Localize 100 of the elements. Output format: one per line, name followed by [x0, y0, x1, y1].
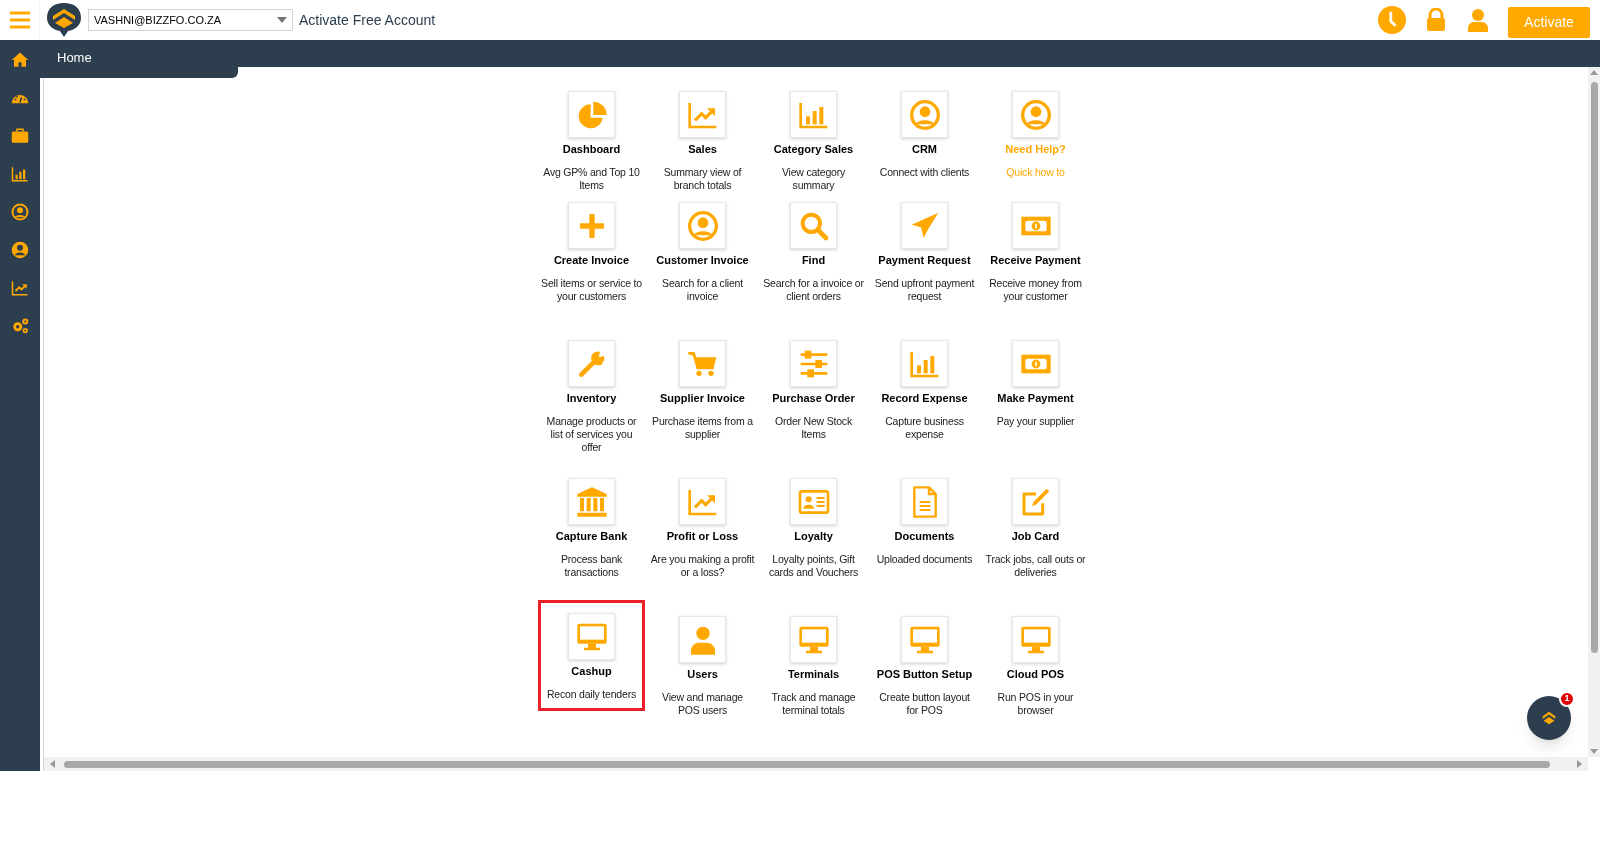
tile-icon-button[interactable] — [901, 616, 948, 663]
tile-description: View and manage POS users — [661, 690, 744, 717]
tile-description: Sell items or service to your customers — [540, 276, 643, 303]
horizontal-scrollbar[interactable] — [44, 757, 1588, 771]
tile-icon-button[interactable] — [679, 616, 726, 663]
scrollbar-thumb[interactable] — [1590, 82, 1598, 653]
tile-title: Capture Bank — [555, 529, 628, 544]
bar-chart-icon[interactable] — [11, 165, 29, 183]
tile-title: Sales — [688, 142, 717, 157]
tile-title: Find — [801, 253, 826, 268]
logo-icon[interactable] — [46, 2, 82, 38]
tile-title: Loyalty — [794, 529, 833, 544]
tile-description: Search for a client invoice — [661, 276, 744, 303]
tile-title: Purchase Order — [772, 391, 855, 406]
tile-description: View category summary — [780, 165, 847, 192]
tile-description: Quick how to — [1005, 165, 1066, 179]
account-select[interactable]: VASHNI@BIZZFO.CO.ZA — [88, 9, 293, 31]
tile-description: Are you making a profit or a loss? — [650, 552, 755, 579]
tile-title: POS Button Setup — [876, 667, 973, 682]
user-circle-icon — [686, 209, 719, 242]
tile-icon-button[interactable] — [679, 340, 726, 387]
tile-description: Uploaded documents — [875, 552, 974, 566]
clock-icon[interactable] — [1378, 6, 1406, 34]
scroll-right-icon[interactable] — [1577, 760, 1582, 768]
vertical-scrollbar[interactable] — [1588, 67, 1600, 757]
tile-title: Need Help? — [1005, 142, 1066, 157]
tile-title: Customer Invoice — [656, 253, 749, 268]
tile-icon-button[interactable] — [679, 91, 726, 138]
tile-description: Loyalty points, Gift cards and Vouchers — [767, 552, 860, 579]
tile-icon-button[interactable] — [790, 91, 837, 138]
tile-icon-button[interactable] — [901, 478, 948, 525]
tile-title: Category Sales — [773, 142, 854, 157]
scroll-left-icon[interactable] — [50, 760, 55, 768]
tile-description: Track and manage terminal totals — [770, 690, 857, 717]
tile-icon-button[interactable] — [679, 478, 726, 525]
lock-icon[interactable] — [1424, 8, 1448, 32]
tile-icon-button[interactable] — [1012, 91, 1059, 138]
tile-description: Run POS in your browser — [996, 690, 1075, 717]
tile-icon-button[interactable] — [1012, 478, 1059, 525]
tile-description: Search for a invoice or client orders — [762, 276, 865, 303]
tile-description: Avg GP% and Top 10 Items — [542, 165, 641, 192]
tile-description: Track jobs, call outs or deliveries — [984, 552, 1087, 579]
user-circle-icon[interactable] — [11, 241, 29, 259]
tile-description: Recon daily tenders — [546, 687, 637, 701]
tile-title: Supplier Invoice — [660, 391, 745, 406]
notification-badge: 1 — [1559, 691, 1575, 707]
gears-icon[interactable] — [11, 317, 29, 335]
scrollbar-thumb[interactable] — [64, 760, 1550, 768]
tile-title: Dashboard — [562, 142, 621, 157]
tile-icon-button[interactable] — [568, 91, 615, 138]
tile-title: Record Expense — [881, 391, 968, 406]
tile-icon-button[interactable] — [568, 340, 615, 387]
briefcase-icon[interactable] — [11, 127, 29, 145]
tile-description: Summary view of branch totals — [662, 165, 743, 192]
scroll-down-icon[interactable] — [1590, 749, 1598, 754]
tile-title: Profit or Loss — [666, 529, 739, 544]
tile-description: Purchase items from a supplier — [651, 414, 754, 441]
tile-icon-button[interactable] — [790, 340, 837, 387]
tile-description: Connect with clients — [878, 165, 971, 179]
tile-icon-button[interactable] — [901, 202, 948, 249]
tile-icon-button[interactable] — [790, 616, 837, 663]
activate-free-account-link[interactable]: Activate Free Account — [299, 9, 436, 31]
home-icon[interactable] — [11, 51, 29, 69]
tile-description: Manage products or list of services you offer — [545, 414, 638, 454]
menu-icon[interactable] — [9, 11, 30, 29]
tile-description: Process bank transactions — [559, 552, 624, 579]
tile-title: Job Card — [1011, 529, 1060, 544]
tile-icon-button[interactable] — [568, 478, 615, 525]
bank-building-icon — [575, 485, 608, 518]
tile-description: Order New Stock Items — [774, 414, 853, 441]
tile-icon-button[interactable] — [568, 202, 615, 249]
tile-title: Users — [687, 667, 718, 682]
tile-description: Create button layout for POS — [878, 690, 971, 717]
tile-title: Make Payment — [997, 391, 1074, 406]
tile-title: Receive Payment — [990, 253, 1081, 268]
tile-title: Terminals — [787, 667, 840, 682]
tile-title: Payment Request — [878, 253, 971, 268]
tile-icon-button[interactable] — [790, 202, 837, 249]
tile-icon-button[interactable] — [901, 340, 948, 387]
tile-description: Pay your supplier — [995, 414, 1076, 428]
tile-title: Cloud POS — [1006, 667, 1065, 682]
tile-icon-button[interactable] — [1012, 616, 1059, 663]
user-circle-icon — [908, 98, 941, 131]
tile-icon-button[interactable] — [901, 91, 948, 138]
tile-icon-button[interactable] — [1012, 202, 1059, 249]
user-icon[interactable] — [1466, 7, 1490, 33]
tile-icon-button[interactable] — [568, 613, 615, 660]
tile-description: Receive money from your customer — [988, 276, 1083, 303]
tile-icon-button[interactable] — [679, 202, 726, 249]
user-circle-icon — [1019, 98, 1052, 131]
tile-icon-button[interactable] — [790, 478, 837, 525]
tile-icon-button[interactable] — [1012, 340, 1059, 387]
tile-title: Inventory — [566, 391, 617, 406]
caret-icon — [277, 17, 287, 23]
tile-title: Cashup — [571, 664, 612, 679]
line-chart-icon[interactable] — [11, 279, 29, 297]
user-circle-icon[interactable] — [11, 203, 29, 221]
tile-title: CRM — [911, 142, 938, 157]
tile-title: Create Invoice — [553, 253, 630, 268]
scroll-up-icon[interactable] — [1590, 70, 1598, 75]
